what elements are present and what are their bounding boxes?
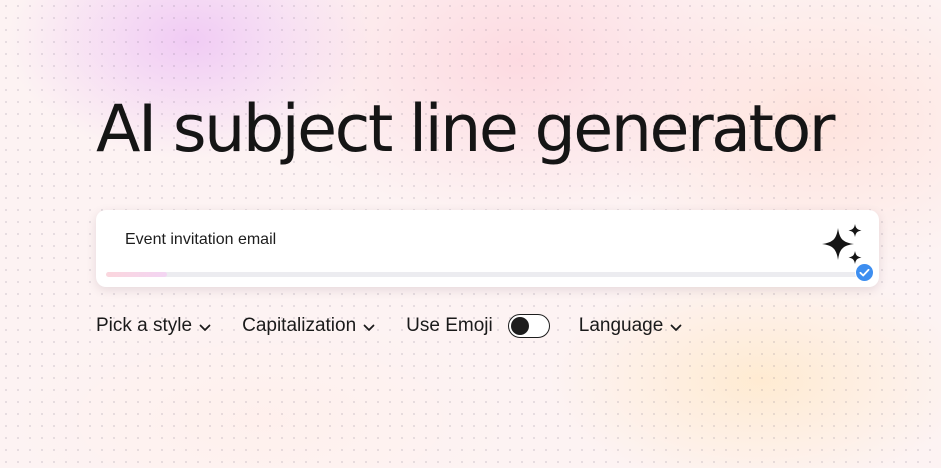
use-emoji-label: Use Emoji <box>406 315 493 336</box>
style-dropdown[interactable]: Pick a style <box>96 315 211 337</box>
chevron-down-icon <box>670 324 682 331</box>
subject-input[interactable]: Event invitation email <box>125 231 276 249</box>
toggle-knob <box>510 317 529 335</box>
check-badge-icon <box>855 263 874 282</box>
capitalization-dropdown[interactable]: Capitalization <box>242 315 375 337</box>
language-dropdown-label: Language <box>578 315 664 336</box>
generator-options: Pick a style Capitalization Use Emoji La… <box>96 313 682 339</box>
use-emoji-option: Use Emoji <box>406 314 550 338</box>
style-dropdown-label: Pick a style <box>96 315 193 336</box>
page-title: AI subject line generator <box>96 92 836 167</box>
input-progress-track <box>106 272 864 277</box>
capitalization-dropdown-label: Capitalization <box>242 315 357 336</box>
use-emoji-toggle[interactable] <box>507 314 550 338</box>
chevron-down-icon <box>199 324 211 331</box>
language-dropdown[interactable]: Language <box>579 315 683 337</box>
input-progress-fill <box>106 272 167 277</box>
chevron-down-icon <box>363 324 375 331</box>
subject-input-card: Event invitation email <box>96 210 879 287</box>
